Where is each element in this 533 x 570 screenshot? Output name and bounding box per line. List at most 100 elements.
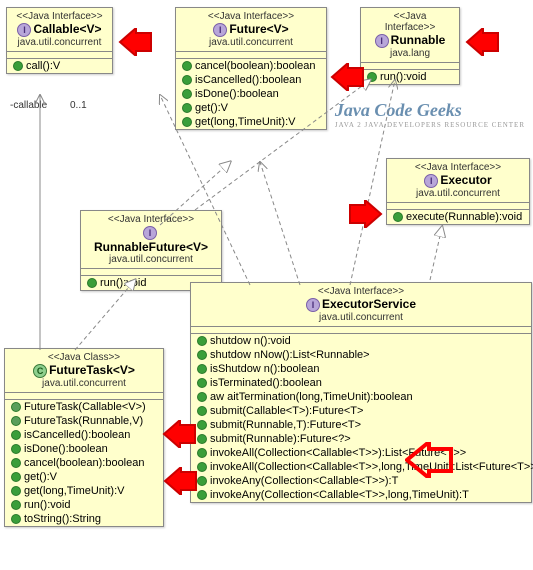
class-name: Future<V> [229,22,288,36]
operation: isCancelled():boolean [24,429,130,441]
operation: invokeAny(Collection<Callable<T>>,long,T… [210,489,469,501]
method-icon [182,75,192,85]
interface-icon: I [213,23,227,37]
operation: run():void [24,499,70,511]
stereotype: <<Java Interface>> [199,286,523,297]
package: java.util.concurrent [395,188,521,199]
method-icon [11,430,21,440]
method-icon [182,103,192,113]
method-icon [197,406,207,416]
operation: isTerminated():boolean [210,377,322,389]
method-icon [11,500,21,510]
interface-icon: I [306,298,320,312]
method-icon [197,462,207,472]
constructor-icon [11,402,21,412]
operation: submit(Runnable):Future<?> [210,433,351,445]
operation: run():void [380,71,426,83]
method-icon [197,420,207,430]
multiplicity-label: 0..1 [70,100,87,111]
method-icon [13,61,23,71]
logo-subtitle: JAVA 2 JAVA DEVELOPERS RESOURCE CENTER [335,121,525,129]
class-futuretask: <<Java Class>> CFutureTask<V> java.util.… [4,348,164,527]
method-icon [197,392,207,402]
highlight-arrow-icon [348,200,383,228]
stereotype: <<Java Interface>> [395,162,521,173]
method-icon [197,378,207,388]
highlight-arrow-icon [405,442,453,478]
method-icon [11,444,21,454]
method-icon [11,514,21,524]
operation: isDone():boolean [195,88,279,100]
package: java.util.concurrent [184,37,318,48]
stereotype: <<Java Interface>> [89,214,213,225]
operation: submit(Callable<T>):Future<T> [210,405,363,417]
method-icon [367,72,377,82]
method-icon [197,336,207,346]
package: java.lang [369,48,451,59]
method-icon [11,458,21,468]
class-runnable: <<Java Interface>> IRunnable java.lang r… [360,7,460,85]
package: java.util.concurrent [13,378,155,389]
method-icon [11,472,21,482]
method-icon [182,61,192,71]
operation: toString():String [24,513,101,525]
method-icon [197,350,207,360]
method-icon [11,486,21,496]
class-name: ExecutorService [322,297,416,311]
class-executorservice: <<Java Interface>> IExecutorService java… [190,282,532,503]
method-icon [197,434,207,444]
operation: run():void [100,277,146,289]
interface-icon: I [375,34,389,48]
class-name: Runnable [391,33,446,47]
highlight-arrow-icon [162,420,197,448]
package: java.util.concurrent [15,37,104,48]
operation: submit(Runnable,T):Future<T> [210,419,361,431]
interface-icon: I [17,23,31,37]
operation: shutdow n():void [210,335,291,347]
operation: cancel(boolean):boolean [24,457,144,469]
package: java.util.concurrent [89,254,213,265]
operation: invokeAny(Collection<Callable<T>>):T [210,475,398,487]
method-icon [393,212,403,222]
operation: get():V [24,471,57,483]
operation: FutureTask(Runnable,V) [24,415,143,427]
operation: get():V [195,102,228,114]
highlight-arrow-icon [465,28,500,56]
stereotype: <<Java Class>> [13,352,155,363]
operation: get(long,TimeUnit):V [195,116,295,128]
class-name: Callable<V> [33,22,101,36]
operation: isShutdow n():boolean [210,363,319,375]
operation: cancel(boolean):boolean [195,60,315,72]
operation: get(long,TimeUnit):V [24,485,124,497]
operation: invokeAll(Collection<Callable<T>>,long,T… [210,461,533,473]
method-icon [197,476,207,486]
method-icon [197,364,207,374]
interface-icon: I [143,226,157,240]
class-executor: <<Java Interface>> IExecutor java.util.c… [386,158,530,225]
operation: call():V [26,60,60,72]
interface-icon: I [424,174,438,188]
highlight-arrow-icon [163,467,198,495]
class-future: <<Java Interface>> IFuture<V> java.util.… [175,7,327,130]
stereotype: <<Java Interface>> [184,11,318,22]
highlight-arrow-icon [330,63,365,91]
operation: shutdow nNow():List<Runnable> [210,349,370,361]
method-icon [182,89,192,99]
class-name: RunnableFuture<V> [94,240,208,254]
logo-title: Java Code Geeks [335,100,525,121]
operation: isCancelled():boolean [195,74,301,86]
method-icon [87,278,97,288]
method-icon [197,448,207,458]
method-icon [197,490,207,500]
operation: FutureTask(Callable<V>) [24,401,146,413]
operation: isDone():boolean [24,443,108,455]
class-runnablefuture: <<Java Interface>> IRunnableFuture<V> ja… [80,210,222,291]
class-name: FutureTask<V> [49,363,135,377]
package: java.util.concurrent [199,312,523,323]
highlight-arrow-icon [118,28,153,56]
operation: aw aitTermination(long,TimeUnit):boolean [210,391,413,403]
association-label: -callable [10,100,47,111]
class-name: Executor [440,173,491,187]
stereotype: <<Java Interface>> [15,11,104,22]
operation: execute(Runnable):void [406,211,522,223]
